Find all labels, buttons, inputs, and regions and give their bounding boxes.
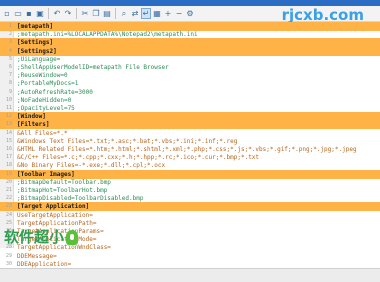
editor-area[interactable]: 1 [metapath] 2 ;metapath.ini=%LOCALAPPDATA%… [0, 22, 380, 268]
new-icon[interactable]: ▫ [2, 8, 12, 19]
replace-icon[interactable]: ⇄ [130, 8, 140, 19]
redo-icon[interactable]: ↷ [63, 8, 73, 19]
lightbulb-icon [66, 230, 79, 245]
toolbar-separator [115, 8, 116, 19]
find-icon[interactable]: ⌕ [119, 8, 129, 19]
toolbar-separator [48, 8, 49, 19]
open-icon[interactable]: ▭ [13, 8, 23, 19]
paste-icon[interactable]: ▤ [102, 8, 112, 19]
wrap-icon[interactable]: ↵ [141, 8, 151, 19]
toolbar-separator [76, 8, 77, 19]
copy-icon[interactable]: ❐ [91, 8, 101, 19]
save-icon[interactable]: ▪ [24, 8, 34, 19]
undo-icon[interactable]: ↶ [52, 8, 62, 19]
watermark-text: rjcxb.com [281, 6, 364, 24]
zoom-out-icon[interactable]: − [174, 8, 184, 19]
view-icon[interactable]: ▦ [152, 8, 162, 19]
save-all-icon[interactable]: ▣ [35, 8, 45, 19]
watermark-logo: 软件超小 [4, 228, 79, 246]
cut-icon[interactable]: ✂ [80, 8, 90, 19]
zoom-in-icon[interactable]: + [163, 8, 173, 19]
status-bar [0, 268, 380, 282]
settings-icon[interactable]: ⚙ [185, 8, 195, 19]
watermark-logo-text: 软件超小 [4, 228, 65, 246]
